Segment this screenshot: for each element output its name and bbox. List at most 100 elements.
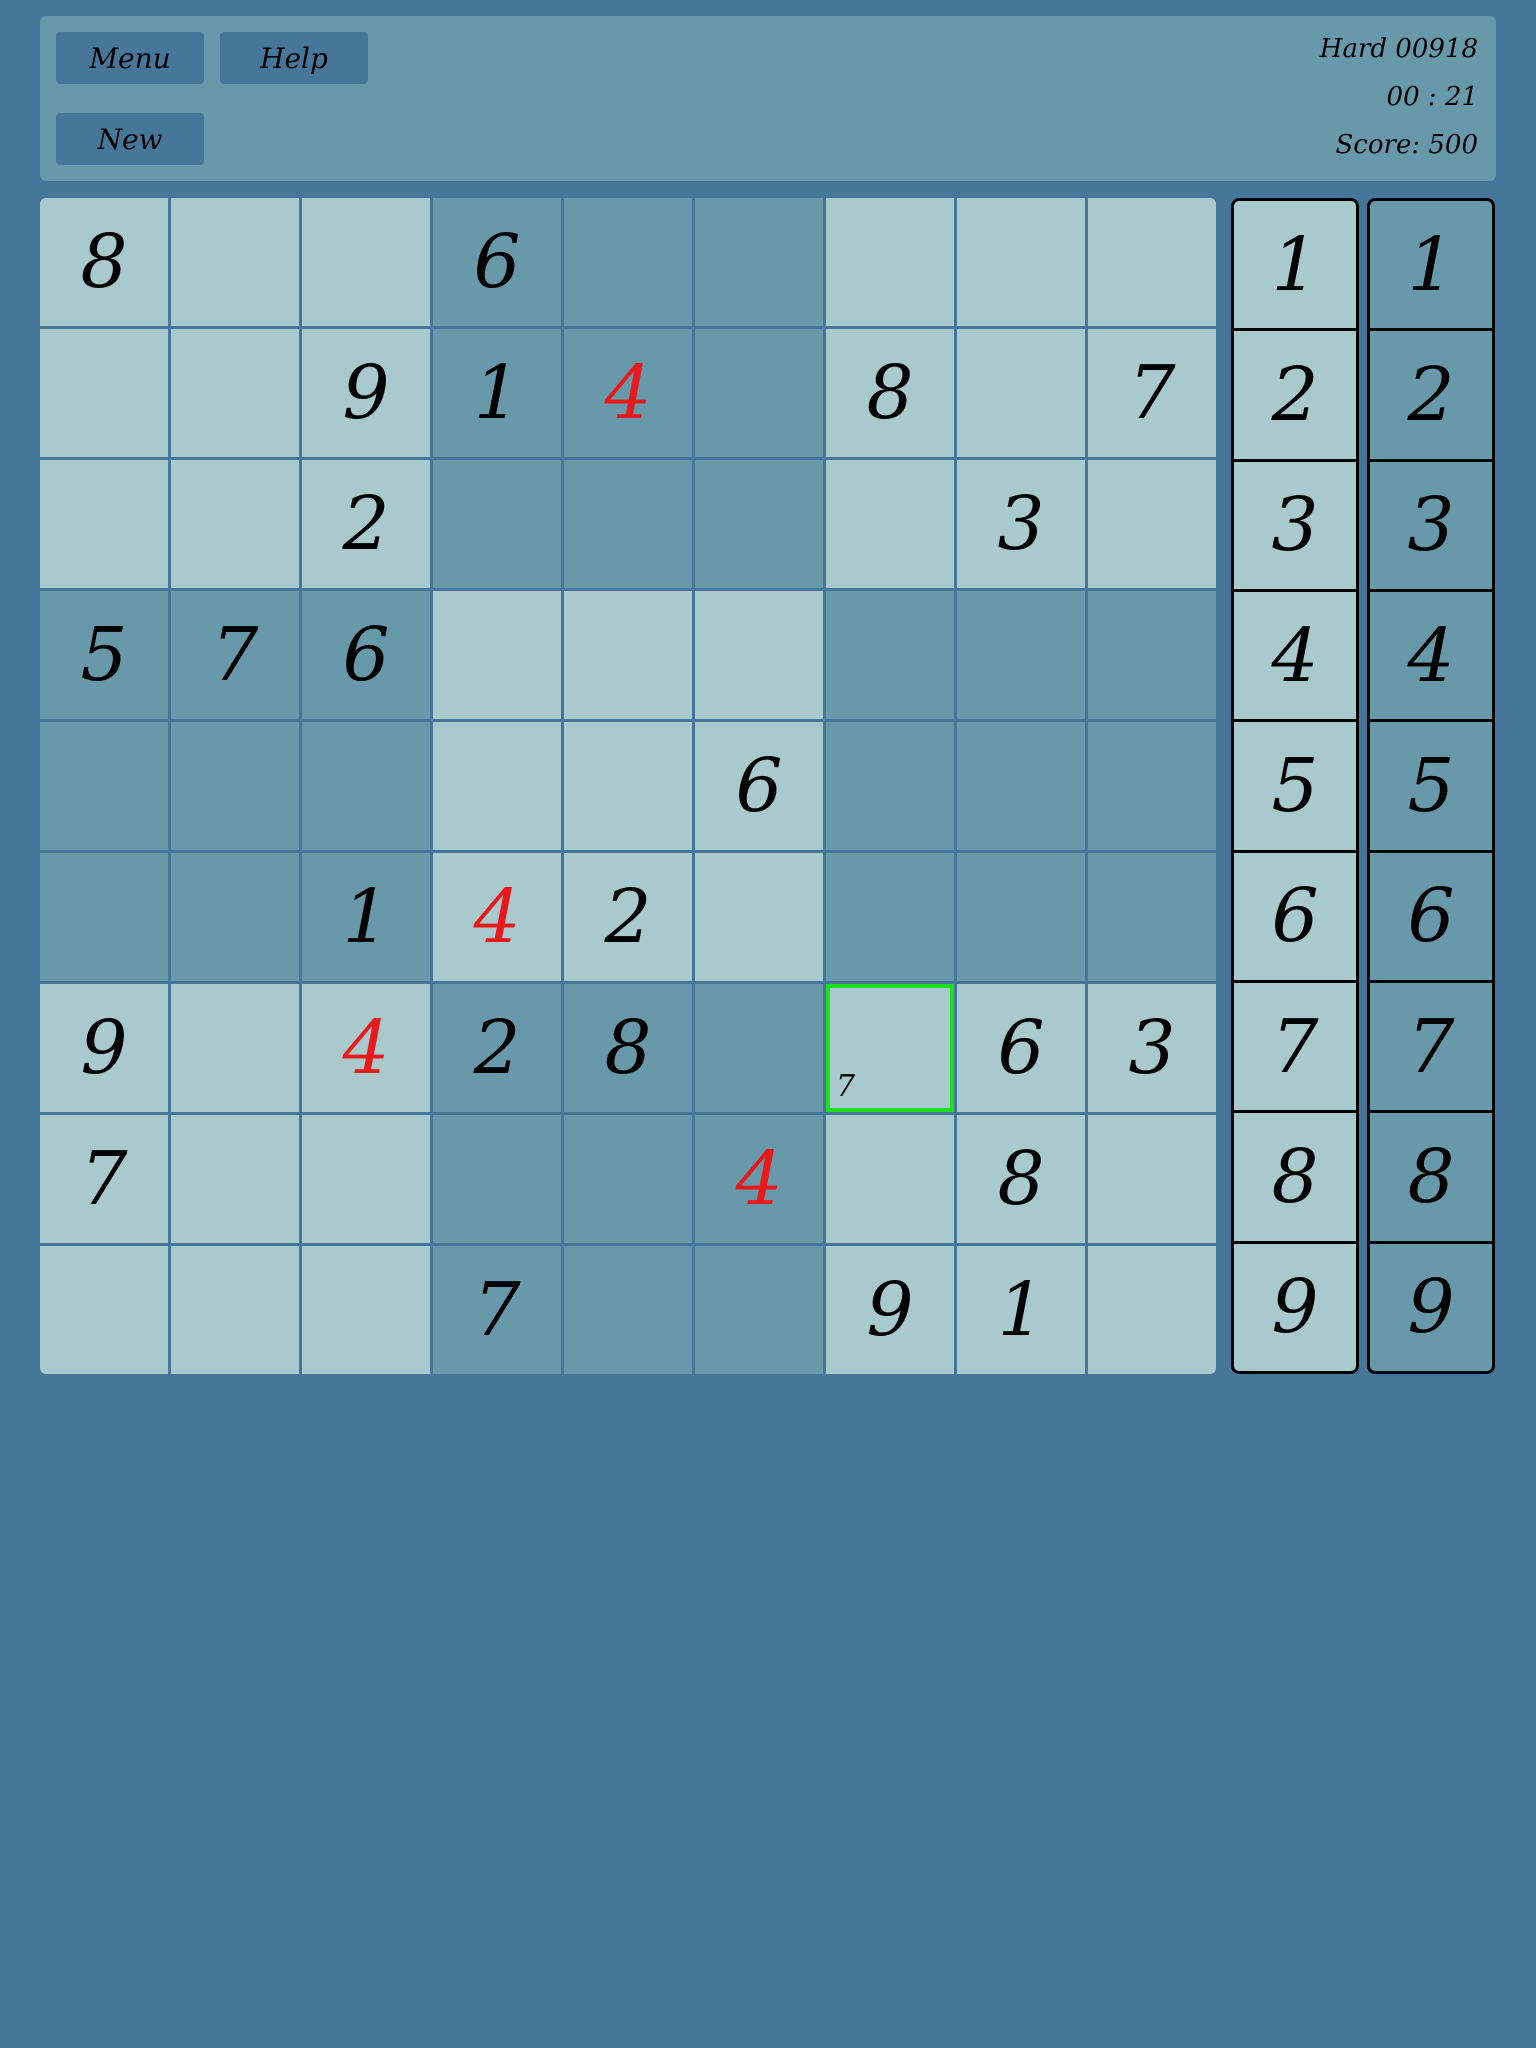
board-cell[interactable]: 6	[957, 984, 1085, 1112]
board-cell[interactable]	[40, 1246, 168, 1374]
board-cell[interactable]: 7	[433, 1246, 561, 1374]
palette-right-key[interactable]: 3	[1370, 461, 1492, 589]
palette-left-key[interactable]: 5	[1234, 722, 1356, 850]
board-cell[interactable]	[40, 460, 168, 588]
board-cell[interactable]	[1088, 722, 1216, 850]
palette-right-key[interactable]: 5	[1370, 722, 1492, 850]
palette-right-key[interactable]: 8	[1370, 1113, 1492, 1241]
board-cell[interactable]: 4	[302, 984, 430, 1112]
board-cell[interactable]	[1088, 460, 1216, 588]
board-cell[interactable]	[957, 198, 1085, 326]
board-cell[interactable]	[302, 1115, 430, 1243]
palette-left-key[interactable]: 4	[1234, 592, 1356, 720]
board-cell[interactable]: 4	[433, 853, 561, 981]
board-cell[interactable]: 1	[957, 1246, 1085, 1374]
palette-left-key[interactable]: 1	[1234, 201, 1356, 329]
board-cell[interactable]: 6	[433, 198, 561, 326]
board-cell[interactable]	[302, 1246, 430, 1374]
palette-right-key[interactable]: 1	[1370, 201, 1492, 329]
board-cell[interactable]	[695, 1246, 823, 1374]
board-cell[interactable]	[826, 1115, 954, 1243]
board-cell[interactable]	[40, 329, 168, 457]
board-cell[interactable]	[171, 853, 299, 981]
board-cell[interactable]	[1088, 198, 1216, 326]
board-cell[interactable]	[1088, 1246, 1216, 1374]
board-cell[interactable]	[171, 984, 299, 1112]
board-cell[interactable]: 7	[40, 1115, 168, 1243]
board-cell[interactable]	[695, 329, 823, 457]
board-cell[interactable]	[433, 460, 561, 588]
board-cell[interactable]: 6	[302, 591, 430, 719]
board-cell[interactable]: 9	[40, 984, 168, 1112]
board-cell[interactable]	[302, 198, 430, 326]
board-cell[interactable]	[957, 591, 1085, 719]
palette-right-key[interactable]: 7	[1370, 983, 1492, 1111]
board-cell[interactable]	[1088, 591, 1216, 719]
board-cell[interactable]	[171, 329, 299, 457]
new-game-button[interactable]: New	[56, 113, 204, 165]
board-cell[interactable]: 6	[695, 722, 823, 850]
help-button[interactable]: Help	[220, 32, 368, 84]
palette-right-key[interactable]: 6	[1370, 852, 1492, 980]
board-cell[interactable]	[564, 1246, 692, 1374]
palette-left-key[interactable]: 7	[1234, 983, 1356, 1111]
board-cell[interactable]: 9	[302, 329, 430, 457]
board-cell[interactable]	[695, 853, 823, 981]
board-cell[interactable]	[695, 460, 823, 588]
board-cell[interactable]: 7	[1088, 329, 1216, 457]
board-cell[interactable]	[302, 722, 430, 850]
board-cell[interactable]	[171, 460, 299, 588]
menu-button[interactable]: Menu	[56, 32, 204, 84]
board-cell[interactable]: 3	[957, 460, 1085, 588]
board-cell[interactable]: 2	[302, 460, 430, 588]
palette-left-key[interactable]: 8	[1234, 1113, 1356, 1241]
board-cell[interactable]: 1	[433, 329, 561, 457]
palette-left-key[interactable]: 6	[1234, 852, 1356, 980]
board-cell[interactable]	[564, 722, 692, 850]
board-cell[interactable]	[1088, 853, 1216, 981]
palette-left-key[interactable]: 2	[1234, 331, 1356, 459]
board-cell[interactable]: 8	[957, 1115, 1085, 1243]
board-cell[interactable]	[1088, 1115, 1216, 1243]
board-cell[interactable]: 2	[433, 984, 561, 1112]
palette-left-key[interactable]: 3	[1234, 461, 1356, 589]
board-cell[interactable]	[826, 460, 954, 588]
board-cell[interactable]	[171, 722, 299, 850]
palette-right-key[interactable]: 2	[1370, 331, 1492, 459]
board-cell[interactable]	[40, 722, 168, 850]
board-cell[interactable]	[695, 198, 823, 326]
board-cell[interactable]: 8	[40, 198, 168, 326]
palette-right-key[interactable]: 4	[1370, 592, 1492, 720]
selected-cell[interactable]: 7	[826, 984, 954, 1112]
palette-right-key[interactable]: 9	[1370, 1243, 1492, 1371]
board-cell[interactable]	[564, 591, 692, 719]
board-cell[interactable]	[826, 722, 954, 850]
board-cell[interactable]: 5	[40, 591, 168, 719]
board-cell[interactable]	[171, 1246, 299, 1374]
board-cell[interactable]	[433, 591, 561, 719]
board-cell[interactable]	[433, 722, 561, 850]
board-cell[interactable]: 4	[564, 329, 692, 457]
board-cell[interactable]	[40, 853, 168, 981]
board-cell[interactable]	[564, 1115, 692, 1243]
board-cell[interactable]	[433, 1115, 561, 1243]
board-cell[interactable]	[564, 460, 692, 588]
board-cell[interactable]	[695, 591, 823, 719]
board-cell[interactable]	[171, 198, 299, 326]
board-cell[interactable]	[564, 198, 692, 326]
palette-left-key[interactable]: 9	[1234, 1243, 1356, 1371]
board-cell[interactable]: 8	[826, 329, 954, 457]
board-cell[interactable]: 7	[171, 591, 299, 719]
board-cell[interactable]: 1	[302, 853, 430, 981]
board-cell[interactable]	[957, 853, 1085, 981]
board-cell[interactable]: 4	[695, 1115, 823, 1243]
board-cell[interactable]: 2	[564, 853, 692, 981]
board-cell[interactable]: 3	[1088, 984, 1216, 1112]
board-cell[interactable]	[171, 1115, 299, 1243]
board-cell[interactable]: 8	[564, 984, 692, 1112]
board-cell[interactable]	[957, 722, 1085, 850]
board-cell[interactable]	[826, 198, 954, 326]
board-cell[interactable]: 9	[826, 1246, 954, 1374]
board-cell[interactable]	[957, 329, 1085, 457]
board-cell[interactable]	[826, 591, 954, 719]
